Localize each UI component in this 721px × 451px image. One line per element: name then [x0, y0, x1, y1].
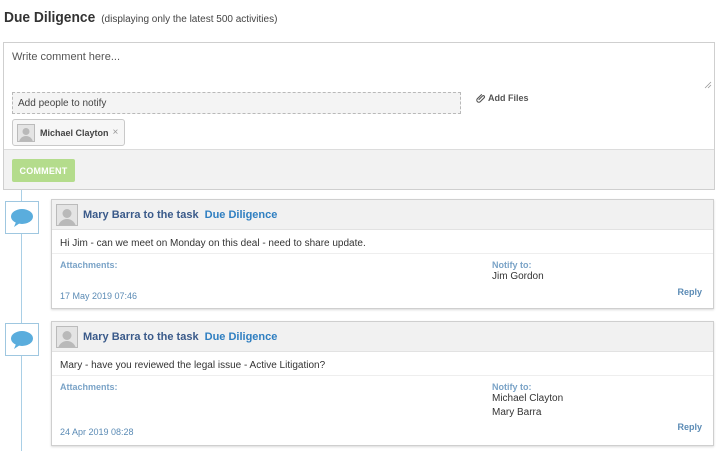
chip-label: Michael Clayton	[40, 127, 109, 138]
activity-action: to the task	[143, 330, 199, 343]
page-header: Due Diligence (displaying only the lates…	[4, 9, 277, 26]
chip-remove-icon[interactable]: ×	[113, 127, 119, 138]
task-link[interactable]: Due Diligence	[205, 209, 278, 221]
notify-recipient: Jim Gordon	[492, 271, 544, 282]
notify-to-label: Notify to:	[492, 260, 532, 270]
activity-author[interactable]: Mary Barra	[83, 331, 140, 343]
activity-title: Mary Barra to the task Due Diligence	[83, 209, 277, 221]
avatar	[56, 203, 78, 226]
notify-recipient: Michael Clayton	[492, 393, 564, 404]
activity-header: Mary Barra to the task Due Diligence	[52, 322, 713, 352]
activity-body: Mary - have you reviewed the legal issue…	[52, 352, 713, 376]
notify-to-label: Notify to:	[492, 382, 532, 392]
reply-link[interactable]: Reply	[677, 422, 702, 432]
page-subtitle: (displaying only the latest 500 activiti…	[101, 14, 278, 25]
comment-button[interactable]: COMMENT	[12, 159, 75, 182]
activity-card: Mary Barra to the task Due Diligence Hi …	[51, 199, 714, 309]
avatar	[17, 123, 35, 142]
comment-input[interactable]	[4, 43, 714, 93]
speech-bubble-icon	[11, 208, 33, 227]
activity-card: Mary Barra to the task Due Diligence Mar…	[51, 321, 714, 446]
task-link[interactable]: Due Diligence	[205, 331, 278, 343]
activity-timestamp: 17 May 2019 07:46	[60, 291, 138, 301]
activity-bubble	[5, 323, 39, 356]
page-title: Due Diligence	[4, 9, 96, 26]
activity-author[interactable]: Mary Barra	[83, 209, 140, 221]
activity-meta: Attachments: Notify to: Jim Gordon 17 Ma…	[52, 254, 713, 310]
activity-meta: Attachments: Notify to: Michael Clayton …	[52, 376, 713, 437]
resize-grip-icon[interactable]	[704, 81, 712, 89]
activity-bubble	[5, 201, 39, 234]
attachments-label: Attachments:	[60, 260, 118, 270]
paperclip-icon	[476, 94, 486, 103]
reply-link[interactable]: Reply	[677, 287, 702, 297]
add-files-button[interactable]: Add Files	[476, 93, 529, 103]
notify-chip: Michael Clayton ×	[12, 119, 125, 146]
avatar	[56, 325, 78, 348]
composer-footer: COMMENT	[4, 149, 714, 189]
activity-timestamp: 24 Apr 2019 08:28	[60, 427, 134, 437]
attachments-label: Attachments:	[60, 382, 118, 392]
activity-body: Hi Jim - can we meet on Monday on this d…	[52, 230, 713, 254]
activity-title: Mary Barra to the task Due Diligence	[83, 331, 277, 343]
notify-people-input[interactable]: Add people to notify	[12, 92, 461, 114]
speech-bubble-icon	[11, 330, 33, 349]
activity-header: Mary Barra to the task Due Diligence	[52, 200, 713, 230]
activity-action: to the task	[143, 208, 199, 221]
comment-composer: Add people to notify Add Files Michael C…	[3, 42, 715, 190]
add-files-label: Add Files	[488, 93, 529, 103]
notify-recipient: Mary Barra	[492, 407, 542, 418]
